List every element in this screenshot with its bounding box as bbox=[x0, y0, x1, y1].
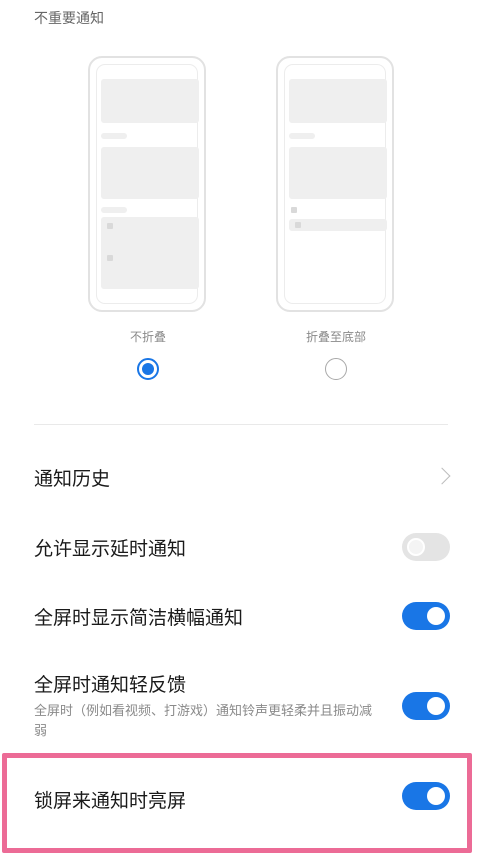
chevron-right-icon[interactable] bbox=[433, 467, 451, 485]
list-dot bbox=[107, 223, 113, 229]
phone-screen bbox=[96, 64, 199, 304]
phone-screen bbox=[284, 64, 387, 304]
toggle-knob bbox=[407, 538, 425, 556]
notification-label bbox=[101, 133, 127, 139]
highlight-frame bbox=[2, 753, 472, 853]
toggle-knob bbox=[427, 697, 445, 715]
list-dot bbox=[107, 255, 113, 261]
notification-card bbox=[101, 147, 199, 199]
option-label-no-fold: 不折叠 bbox=[129, 330, 166, 344]
fullscreen-feedback-description: 全屏时（例如看视频、打游戏）通知铃声更轻柔并且振动减弱 bbox=[34, 704, 373, 739]
preview-fold-bottom[interactable] bbox=[276, 56, 394, 312]
delayed-notification-label: 允许显示延时通知 bbox=[34, 538, 187, 560]
folded-bar bbox=[289, 219, 387, 231]
notification-card bbox=[289, 79, 387, 123]
notification-card bbox=[289, 147, 387, 199]
delayed-notification-toggle[interactable] bbox=[402, 533, 450, 561]
notification-label bbox=[289, 133, 315, 139]
notification-history-row[interactable]: 通知历史 bbox=[34, 464, 110, 491]
unimportant-group bbox=[101, 217, 199, 289]
section-label: 不重要通知 bbox=[34, 11, 104, 27]
preview-no-fold[interactable] bbox=[88, 56, 206, 312]
option-label-fold-bottom: 折叠至底部 bbox=[305, 330, 366, 344]
fullscreen-feedback-label: 全屏时通知轻反馈 bbox=[34, 674, 187, 696]
radio-no-fold[interactable] bbox=[137, 358, 159, 380]
radio-fold-bottom[interactable] bbox=[325, 358, 347, 380]
fullscreen-banner-label: 全屏时显示简洁横幅通知 bbox=[34, 607, 244, 629]
toggle-knob bbox=[427, 607, 445, 625]
fullscreen-banner-toggle[interactable] bbox=[402, 602, 450, 630]
fullscreen-feedback-toggle[interactable] bbox=[402, 692, 450, 720]
divider bbox=[34, 424, 448, 425]
list-dot bbox=[295, 222, 301, 228]
list-dot bbox=[291, 207, 297, 213]
notification-label bbox=[101, 207, 127, 213]
notification-card bbox=[101, 79, 199, 123]
